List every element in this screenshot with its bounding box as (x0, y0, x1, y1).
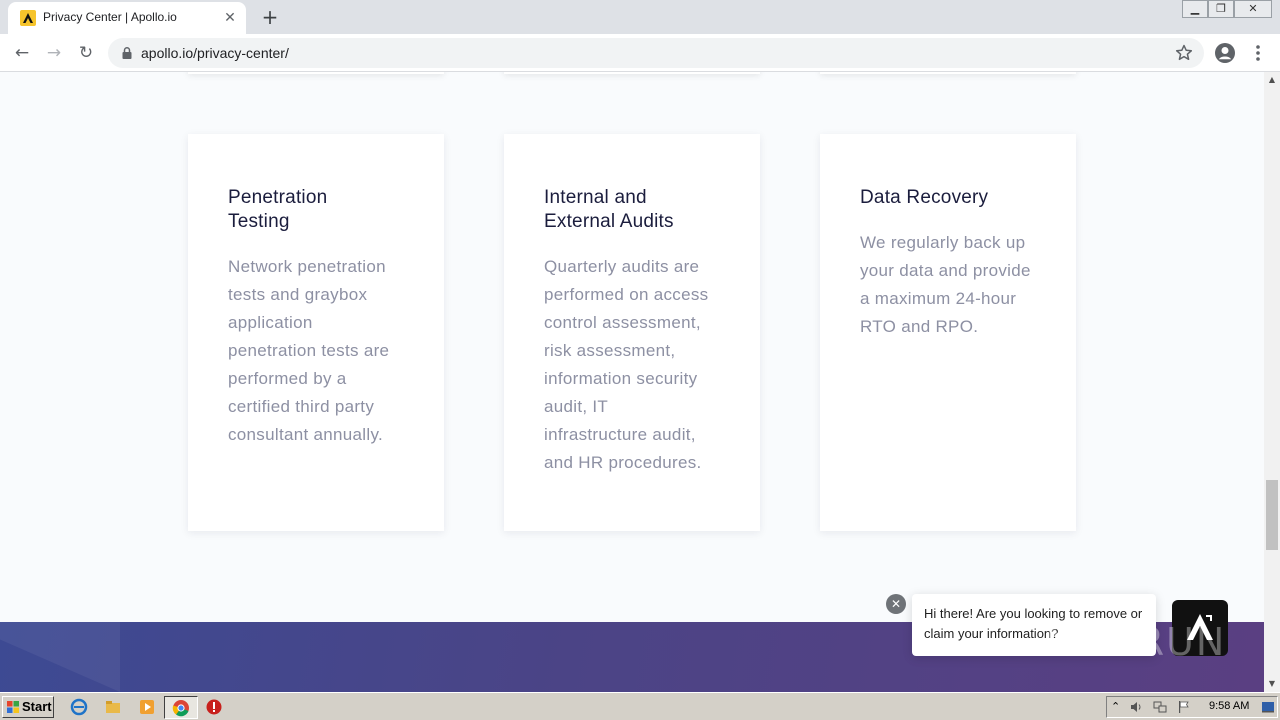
taskbar-chrome-active[interactable] (164, 696, 198, 719)
forward-button[interactable]: → (42, 41, 66, 65)
windows-taskbar: Start ⌃ 9:58 AM (0, 692, 1280, 720)
apollo-favicon-icon (20, 10, 36, 26)
card-text: Network penetration tests and graybox ap… (228, 257, 390, 444)
previous-card-bottom (820, 72, 1076, 74)
chat-close-icon[interactable]: ✕ (886, 594, 906, 614)
url-text[interactable]: apollo.io/privacy-center/ (141, 45, 289, 61)
close-window-button[interactable]: ✕ (1234, 0, 1272, 18)
anyrun-watermark: ANY RUN (1040, 606, 1240, 670)
card-text: We regularly back up your data and provi… (860, 233, 1031, 336)
scroll-down-arrow-icon[interactable]: ▼ (1264, 676, 1280, 692)
previous-card-bottom (504, 72, 760, 74)
start-label: Start (22, 699, 52, 714)
browser-tab-active[interactable]: Privacy Center | Apollo.io ✕ (8, 2, 246, 34)
windows-flag-icon (7, 701, 19, 713)
show-desktop-icon[interactable] (1261, 700, 1275, 714)
volume-icon[interactable] (1129, 700, 1143, 714)
tab-title: Privacy Center | Apollo.io (43, 10, 177, 24)
stop-sign-icon[interactable] (205, 698, 223, 716)
card-title: Data Recovery (860, 187, 989, 208)
start-button[interactable]: Start (2, 696, 54, 718)
browser-tabstrip: Privacy Center | Apollo.io ✕ + ▁ ❐ ✕ (0, 0, 1280, 34)
card-title: Internal and External Audits (544, 187, 674, 232)
system-clock[interactable]: 9:58 AM (1209, 700, 1249, 712)
new-tab-button[interactable]: + (258, 6, 282, 28)
card-internal-external-audits: Internal and External Audits Quarterly a… (504, 134, 760, 531)
profile-avatar-icon[interactable] (1214, 42, 1236, 64)
action-center-flag-icon[interactable] (1177, 700, 1191, 714)
media-player-icon[interactable] (138, 698, 156, 716)
back-button[interactable]: ← (10, 41, 34, 65)
internet-explorer-icon[interactable] (70, 698, 88, 716)
bookmark-star-icon[interactable] (1174, 43, 1194, 63)
browser-toolbar: ← → ↻ apollo.io/privacy-center/ (0, 34, 1280, 72)
previous-card-bottom (188, 72, 444, 74)
card-data-recovery: Data Recovery We regularly back up your … (820, 134, 1076, 531)
footer-decoration (0, 622, 120, 692)
system-tray: ⌃ 9:58 AM (1106, 696, 1278, 718)
tray-expand-icon[interactable]: ⌃ (1111, 700, 1125, 714)
address-bar[interactable]: apollo.io/privacy-center/ (108, 38, 1204, 68)
restore-window-button[interactable]: ❐ (1208, 0, 1234, 18)
reload-button[interactable]: ↻ (74, 41, 98, 65)
card-text: Quarterly audits are performed on access… (544, 257, 709, 472)
tab-close-icon[interactable]: ✕ (222, 10, 238, 26)
scroll-thumb[interactable] (1266, 480, 1278, 550)
minimize-window-button[interactable]: ▁ (1182, 0, 1208, 18)
card-penetration-testing: Penetration Testing Network penetration … (188, 134, 444, 531)
lock-icon (122, 47, 132, 59)
network-icon[interactable] (1153, 700, 1167, 714)
card-title: Penetration Testing (228, 187, 328, 232)
chrome-icon (172, 700, 189, 717)
watermark-text: ANY RUN (1040, 620, 1227, 664)
scroll-up-arrow-icon[interactable]: ▲ (1264, 72, 1280, 88)
file-explorer-icon[interactable] (104, 698, 122, 716)
browser-menu-icon[interactable] (1250, 42, 1266, 64)
page-scrollbar[interactable]: ▲ ▼ (1264, 72, 1280, 692)
